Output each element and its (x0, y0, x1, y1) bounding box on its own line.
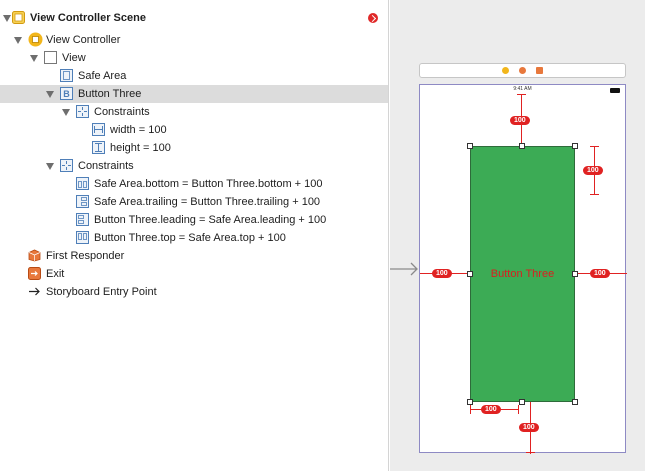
resize-handle-bottom-right[interactable] (572, 399, 578, 405)
leading-constraint-icon (76, 213, 89, 226)
outline-row-view-constraints[interactable]: Constraints (0, 157, 388, 175)
outline-row-scene[interactable]: View Controller Scene (0, 9, 388, 27)
bottom-constraint-cap (526, 452, 535, 453)
outline-label: Button Three.leading = Safe Area.leading… (94, 214, 327, 226)
disclosure-triangle-icon[interactable] (30, 55, 38, 62)
bottom-constraint-icon (76, 177, 89, 190)
height-constraint-icon (92, 141, 105, 154)
outline-label: First Responder (46, 250, 125, 262)
resize-handle-bottom-left[interactable] (467, 399, 473, 405)
first-responder-icon (28, 249, 41, 262)
disclosure-triangle-icon[interactable] (46, 163, 54, 170)
resize-handle-bottom[interactable] (519, 399, 525, 405)
height-constraint-cap (590, 194, 599, 195)
exit-dock-icon[interactable] (536, 67, 543, 74)
width-constraint-badge[interactable]: 100 (481, 405, 501, 414)
outline-label: width = 100 (110, 124, 167, 136)
outline-row-width-constraint[interactable]: width = 100 (0, 121, 388, 139)
trailing-constraint-badge[interactable]: 100 (590, 269, 610, 278)
safe-area-icon (60, 69, 73, 82)
resize-handle-right[interactable] (572, 271, 578, 277)
constraints-icon (60, 159, 73, 172)
button-three-title: Button Three (490, 268, 555, 280)
document-outline: View Controller Scene View Controller Vi… (0, 0, 389, 471)
width-constraint-cap (470, 405, 471, 414)
resize-handle-top-left[interactable] (467, 143, 473, 149)
outline-row-storyboard-entry-point[interactable]: Storyboard Entry Point (0, 283, 388, 301)
outline-row-safe-area[interactable]: Safe Area (0, 67, 388, 85)
view-controller-icon (28, 32, 43, 47)
disclosure-triangle-icon[interactable] (3, 15, 11, 22)
outline-row-top-constraint[interactable]: Button Three.top = Safe Area.top + 100 (0, 229, 388, 247)
height-constraint-cap (590, 146, 599, 147)
view-controller-dock-icon[interactable] (502, 67, 509, 74)
outline-label: Constraints (78, 160, 134, 172)
top-constraint-icon (76, 231, 89, 244)
outline-row-height-constraint[interactable]: height = 100 (0, 139, 388, 157)
status-bar-time: 9:41 AM (513, 86, 532, 92)
outline-row-view[interactable]: View (0, 49, 388, 67)
button-three[interactable]: Button Three (470, 146, 575, 402)
resize-handle-top[interactable] (519, 143, 525, 149)
outline-label: Exit (46, 268, 65, 280)
disclosure-triangle-icon[interactable] (14, 37, 22, 44)
outline-label: Safe Area.trailing = Button Three.traili… (94, 196, 321, 208)
outline-row-view-controller[interactable]: View Controller (0, 31, 388, 49)
outline-row-leading-constraint[interactable]: Button Three.leading = Safe Area.leading… (0, 211, 388, 229)
entry-point-arrow-icon[interactable] (390, 262, 420, 276)
exit-icon (28, 267, 41, 280)
outline-row-trailing-constraint[interactable]: Safe Area.trailing = Button Three.traili… (0, 193, 388, 211)
device-frame[interactable]: 9:41 AM 100 100 100 100 100 100 Button T… (419, 84, 627, 454)
top-constraint-badge[interactable]: 100 (510, 116, 530, 125)
battery-icon (610, 88, 620, 93)
outline-label: View (62, 52, 86, 64)
outline-label: View Controller Scene (30, 12, 146, 24)
outline-row-first-responder[interactable]: First Responder (0, 247, 388, 265)
view-icon (44, 51, 57, 64)
leading-constraint-badge[interactable]: 100 (432, 269, 452, 278)
warning-arrow-icon[interactable] (368, 13, 378, 23)
outline-label: height = 100 (110, 142, 171, 154)
outline-label: View Controller (46, 34, 121, 46)
svg-text:B: B (63, 89, 70, 99)
outline-label: Constraints (94, 106, 150, 118)
constraints-icon (76, 105, 89, 118)
scene-icon (12, 11, 25, 24)
outline-row-exit[interactable]: Exit (0, 265, 388, 283)
outline-label: Safe Area (78, 70, 127, 82)
trailing-constraint-icon (76, 195, 89, 208)
outline-row-bottom-constraint[interactable]: Safe Area.bottom = Button Three.bottom +… (0, 175, 388, 193)
outline-label: Button Three.top = Safe Area.top + 100 (94, 232, 286, 244)
outline-label: Button Three (78, 88, 142, 100)
bottom-constraint-badge[interactable]: 100 (519, 423, 539, 432)
resize-handle-left[interactable] (467, 271, 473, 277)
outline-row-button-three[interactable]: B Button Three (0, 85, 388, 103)
outline-label: Storyboard Entry Point (46, 286, 157, 298)
resize-handle-top-right[interactable] (572, 143, 578, 149)
disclosure-triangle-icon[interactable] (46, 91, 54, 98)
disclosure-triangle-icon[interactable] (62, 109, 70, 116)
button-icon: B (60, 87, 73, 100)
width-constraint-icon (92, 123, 105, 136)
first-responder-dock-icon[interactable] (519, 67, 526, 74)
outline-row-constraints[interactable]: Constraints (0, 103, 388, 121)
storyboard-canvas[interactable]: 9:41 AM 100 100 100 100 100 100 Button T… (390, 0, 645, 471)
entry-arrow-icon (29, 287, 40, 296)
scene-dock[interactable] (419, 63, 626, 78)
width-constraint-cap (518, 405, 519, 414)
height-constraint-badge[interactable]: 100 (583, 166, 603, 175)
outline-label: Safe Area.bottom = Button Three.bottom +… (94, 178, 323, 190)
top-constraint-cap (517, 94, 526, 95)
